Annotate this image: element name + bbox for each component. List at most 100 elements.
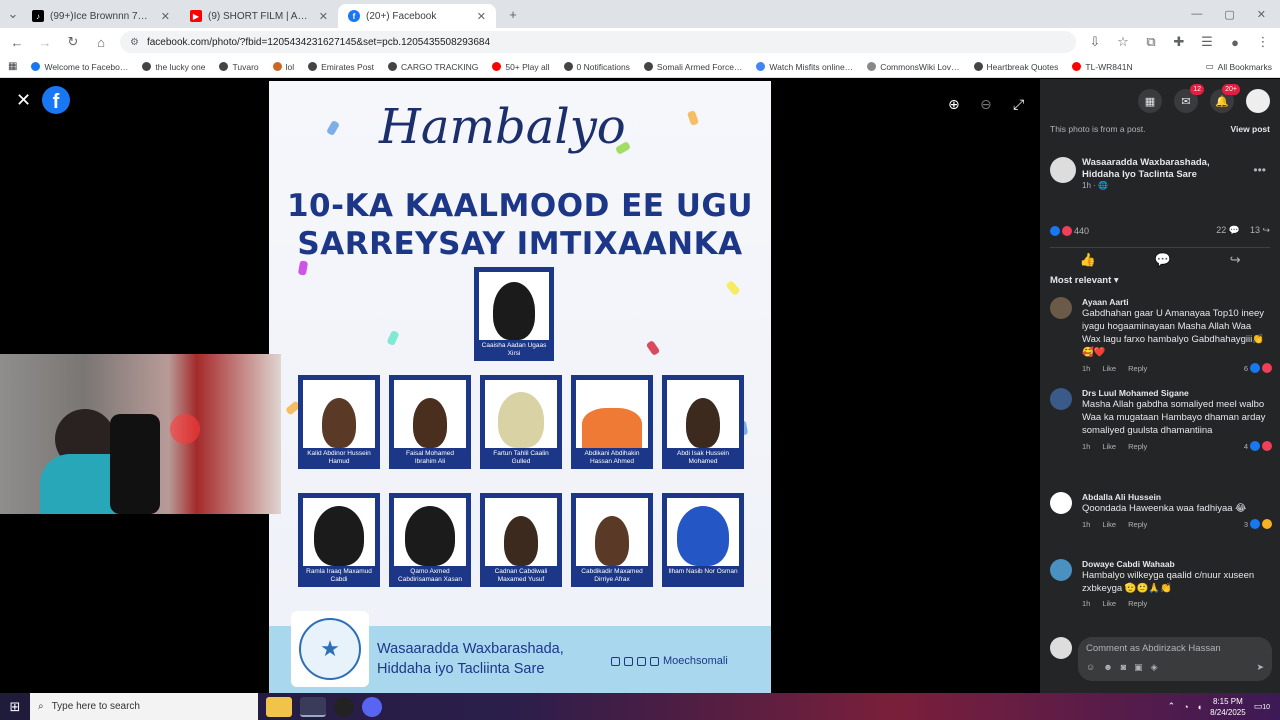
bookmark-item[interactable]: Heartbreak Quotes [973,62,1058,72]
reaction-summary[interactable]: 440 [1050,225,1089,236]
share-button[interactable]: ↪ [1230,252,1241,268]
taskbar-search[interactable]: ⌕ Type here to search [30,693,258,720]
bookmark-item[interactable]: CommonsWiki Lov… [867,62,960,72]
discord-icon[interactable] [362,696,382,717]
notification-center-icon[interactable]: ▭10 [1254,701,1270,712]
messenger-icon[interactable]: ✉ 12 [1174,84,1204,113]
browser-tab-youtube[interactable]: ▶ (9) SHORT FILM | ABAAL LOOM… ✕ [180,4,338,28]
commenter-avatar[interactable] [1050,492,1072,514]
tab-search-icon[interactable]: ⌄ [4,6,22,22]
commenter-name[interactable]: Drs Luul Mohamed Sigane [1082,388,1272,398]
install-icon[interactable]: ⇩ [1086,34,1104,50]
close-window-icon[interactable]: ✕ [1257,8,1266,21]
comment-like-button[interactable]: Like [1102,442,1116,451]
windows-start-icon[interactable]: ⊞ [0,699,30,715]
commenter-name[interactable]: Ayaan Aarti [1082,297,1272,307]
bookmark-item[interactable]: Welcome to Facebo… [31,62,128,72]
comment-reaction-count[interactable]: 6 [1244,363,1272,373]
back-icon[interactable]: ← [8,35,26,50]
bookmark-item[interactable]: 0 Notifications [563,62,630,72]
commenter-avatar[interactable] [1050,559,1072,581]
commenter-name[interactable]: Dowaye Cabdi Wahaab [1082,559,1272,569]
fullscreen-icon[interactable]: ⤢ [1013,96,1024,113]
taskbar-clock[interactable]: 8:15 PM 8/24/2025 [1210,696,1246,718]
reading-list-icon[interactable]: ☰ [1198,34,1216,50]
comment-reply-button[interactable]: Reply [1128,599,1147,608]
comment-like-button[interactable]: Like [1102,599,1116,608]
bookmark-item[interactable]: CARGO TRACKING [388,62,478,72]
gif-icon[interactable]: ▣ [1134,662,1143,673]
comment-reply-button[interactable]: Reply [1128,442,1147,451]
file-explorer-icon[interactable] [266,696,292,717]
comment-like-button[interactable]: Like [1102,520,1116,529]
browser-tab-tiktok[interactable]: ♪ (99+)Ice Brownnn 7🐱❤ (@i… ✕ [22,4,180,28]
close-tab-icon[interactable]: ✕ [319,10,328,23]
browser-tab-facebook[interactable]: f (20+) Facebook ✕ [338,4,496,28]
site-info-icon[interactable]: ⚙ [130,37,139,48]
comment-like-button[interactable]: Like [1102,364,1116,373]
bookmark-item[interactable]: lol [272,62,294,72]
comment-reply-button[interactable]: Reply [1128,364,1147,373]
bookmark-item[interactable]: TL-WR841N [1072,62,1133,72]
profile-icon[interactable]: ● [1226,35,1244,50]
close-viewer-icon[interactable]: ✕ [16,90,31,111]
close-tab-icon[interactable]: ✕ [161,10,170,23]
commenter-avatar[interactable] [1050,388,1072,410]
like-button[interactable]: 👍 [1079,252,1095,268]
notifications-icon[interactable]: 🔔 20+ [1210,84,1240,113]
commenter-name[interactable]: Abdalla Ali Hussein [1082,492,1272,502]
new-tab-icon[interactable]: + [504,7,522,22]
account-avatar[interactable] [1246,89,1270,113]
sticker-icon[interactable]: ◈ [1151,662,1158,673]
avatar-sticker-icon[interactable]: ☺ [1086,662,1095,673]
comment-count[interactable]: 22 💬 [1216,225,1240,236]
bookmark-item[interactable]: Emirates Post [308,62,374,72]
bookmark-item[interactable]: Somali Armed Force… [643,62,742,72]
comment-reply-button[interactable]: Reply [1128,520,1147,529]
bookmark-item[interactable]: the lucky one [142,62,205,72]
forward-icon[interactable]: → [36,35,54,50]
home-icon[interactable]: ⌂ [92,35,110,50]
tray-chevron-icon[interactable]: ⌃ [1168,701,1176,712]
comment-time[interactable]: 1h [1082,520,1090,529]
facebook-logo-icon[interactable]: f [42,86,70,114]
comment-time[interactable]: 1h [1082,599,1090,608]
author-name[interactable]: Wasaaradda Waxbarashada, Hiddaha Iyo Tac… [1082,157,1232,181]
network-icon[interactable]: ◔ [1183,702,1188,712]
zoom-in-icon[interactable]: ⊕ [948,96,960,113]
camera-icon[interactable]: ◙ [1121,662,1126,673]
comment-button[interactable]: 💬 [1155,252,1171,268]
comment-sort-dropdown[interactable]: Most relevant ▾ [1050,275,1119,286]
obs-icon[interactable] [334,696,354,717]
bookmark-item[interactable]: Watch Misfits online… [756,62,853,72]
bookmark-item[interactable]: 50+ Play all [492,62,550,72]
url-bar[interactable]: ⚙ facebook.com/photo/?fbid=1205434231627… [120,31,1076,53]
more-options-icon[interactable]: ••• [1253,163,1266,177]
send-icon[interactable]: ➤ [1256,662,1264,673]
comment-time[interactable]: 1h [1082,364,1090,373]
commenter-avatar[interactable] [1050,297,1072,319]
comment-time[interactable]: 1h [1082,442,1090,451]
maximize-icon[interactable]: ▢ [1224,8,1234,21]
author-avatar[interactable] [1050,157,1076,183]
menu-grid-icon[interactable]: ▦ [1138,89,1162,113]
bookmark-item[interactable]: Tuvaro [219,62,259,72]
close-tab-icon[interactable]: ✕ [477,10,486,23]
post-time[interactable]: 1h · 🌐 [1082,181,1232,190]
apps-icon[interactable]: ▦ [8,61,17,72]
emoji-icon[interactable]: ☻ [1103,662,1112,673]
all-bookmarks[interactable]: ▭ All Bookmarks [1206,61,1272,72]
reload-icon[interactable]: ↻ [64,34,82,50]
comment-input[interactable]: Comment as Abdirizack Hassan ☺ ☻ ◙ ▣ ◈ ➤ [1078,637,1272,681]
view-post-link[interactable]: View post [1230,124,1270,134]
menu-icon[interactable]: ⋮ [1254,34,1272,50]
bookmark-star-icon[interactable]: ☆ [1114,34,1132,50]
extension-icon[interactable]: ⧉ [1142,34,1160,50]
share-count[interactable]: 13 ↪ [1250,225,1270,236]
minimize-icon[interactable]: — [1191,8,1202,21]
zoom-out-icon[interactable]: ⊖ [980,96,992,113]
volume-icon[interactable]: ◖ [1197,702,1202,712]
comment-reaction-count[interactable]: 4 [1244,441,1272,451]
comment-reaction-count[interactable]: 3 [1244,519,1272,529]
chrome-icon[interactable] [300,696,326,717]
